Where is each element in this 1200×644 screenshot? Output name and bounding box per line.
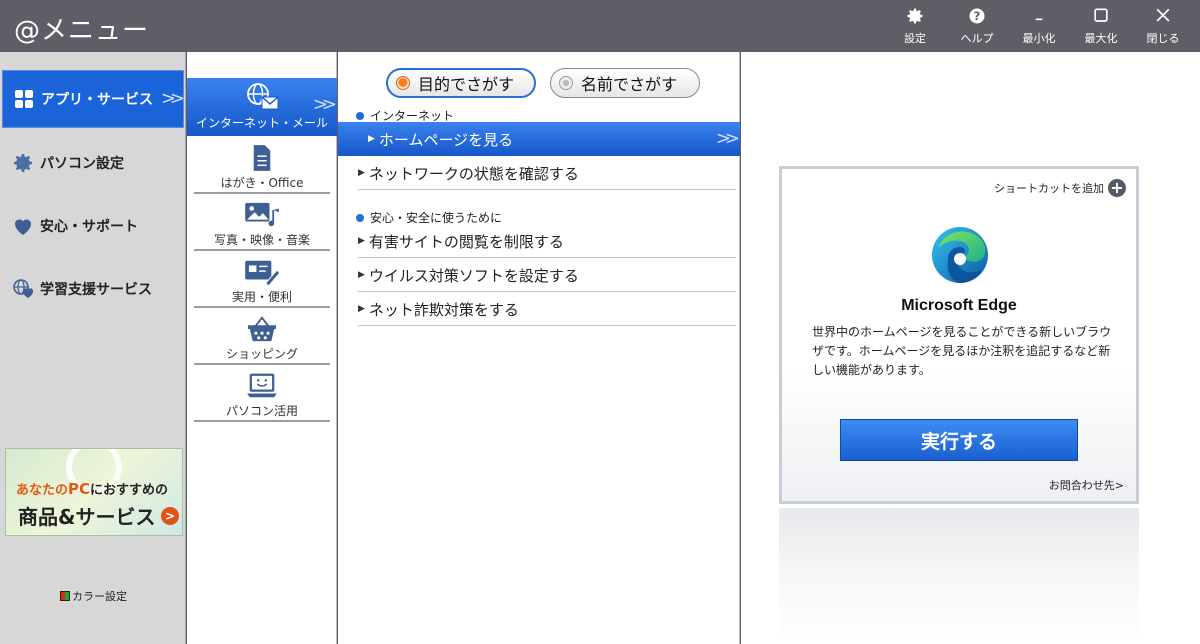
sidebar-item-label: 学習支援サービス: [40, 282, 152, 298]
bullet-icon: [356, 213, 364, 222]
help-button[interactable]: ? ヘルプ: [950, 6, 1004, 48]
contact-link[interactable]: お問合わせ先>: [1049, 477, 1124, 493]
basket-icon: [187, 309, 337, 343]
task-check-network[interactable]: ▶ ネットワークの状態を確認する: [358, 156, 736, 190]
add-shortcut-button[interactable]: ショートカットを追加 +: [994, 179, 1126, 197]
task-antivirus[interactable]: ▶ ウイルス対策ソフトを設定する: [358, 258, 736, 292]
sidebar-item-pc-settings[interactable]: パソコン設定: [2, 134, 184, 192]
category-label: パソコン活用: [225, 404, 298, 418]
toggle-label: 名前でさがす: [581, 75, 678, 94]
radio-selected-icon: [396, 76, 410, 90]
maximize-icon: [1074, 6, 1128, 28]
sidebar-item-support[interactable]: 安心・サポート: [2, 197, 184, 255]
search-by-purpose-toggle[interactable]: 目的でさがす: [386, 68, 536, 98]
gear-icon: [888, 6, 942, 28]
triangle-right-icon: ▶: [358, 304, 365, 314]
photo-music-icon: [187, 195, 337, 229]
toggle-label: 目的でさがす: [418, 75, 515, 94]
sidebar-item-apps-services[interactable]: アプリ・サービス >>: [2, 70, 185, 128]
triangle-right-icon: ▶: [368, 134, 375, 144]
detail-pane: ショートカットを追加 + Microsoft Edge 世界中のホームページを見…: [741, 52, 1200, 644]
category-pc-usage[interactable]: パソコン活用: [187, 366, 337, 423]
maximize-label: 最大化: [1084, 32, 1118, 45]
svg-text:?: ?: [974, 9, 981, 23]
radio-unselected-icon: [559, 76, 573, 90]
triangle-right-icon: ▶: [358, 236, 365, 246]
card-pen-icon: [187, 252, 337, 286]
help-label: ヘルプ: [960, 32, 994, 45]
category-postcard-office[interactable]: はがき・Office: [187, 138, 337, 195]
category-label: 写真・映像・音楽: [213, 233, 310, 247]
category-label: インターネット・メール: [195, 116, 328, 130]
chevron-right-icon: >>: [160, 88, 185, 109]
globe-heart-icon: [10, 276, 36, 302]
settings-label: 設定: [904, 32, 926, 45]
maximize-button[interactable]: 最大化: [1074, 6, 1128, 48]
color-setting-label: カラー設定: [72, 590, 127, 603]
app-title: @メニュー: [14, 16, 150, 46]
task-label: ホームページを見る: [378, 130, 514, 149]
document-icon: [187, 138, 337, 172]
category-label: 実用・便利: [231, 290, 292, 304]
bullet-icon: [356, 111, 364, 120]
task-label: 有害サイトの閲覧を制限する: [368, 232, 564, 251]
minimize-button[interactable]: 最小化: [1012, 6, 1066, 48]
plus-icon: +: [1108, 179, 1126, 197]
banner-line2: 商品&サービス: [18, 505, 156, 529]
edge-logo-icon: [932, 227, 988, 283]
task-label: ウイルス対策ソフトを設定する: [368, 266, 579, 285]
task-label: ネットワークの状態を確認する: [368, 164, 579, 183]
banner-line1: あなたのPCにおすすめの: [16, 480, 169, 498]
chevron-right-icon: >>: [312, 94, 337, 115]
app-name: Microsoft Edge: [901, 297, 1017, 314]
category-practical[interactable]: 実用・便利: [187, 252, 337, 309]
help-icon: ?: [950, 6, 1004, 28]
gear-icon: [10, 150, 36, 176]
color-swatch-icon: [60, 591, 70, 601]
category-label: ショッピング: [225, 347, 298, 361]
heart-icon: [10, 213, 36, 239]
chevron-right-icon: >>: [715, 128, 740, 149]
category-label: はがき・Office: [220, 176, 304, 190]
task-label: ネット詐欺対策をする: [368, 300, 519, 319]
category-internet-mail[interactable]: インターネット・メール >>: [187, 78, 337, 136]
recommendation-banner[interactable]: あなたのPCにおすすめの 商品&サービス >: [5, 448, 183, 536]
title-bar: @メニュー 設定 ? ヘルプ 最小化 最大化 閉じる: [0, 0, 1200, 52]
close-icon: [1136, 6, 1190, 28]
main-sidebar: アプリ・サービス >> パソコン設定 安心・サポート 学習支援サービス あなたの…: [0, 52, 186, 644]
category-shopping[interactable]: ショッピング: [187, 309, 337, 366]
task-restrict-sites[interactable]: ▶ 有害サイトの閲覧を制限する: [358, 224, 736, 258]
sidebar-item-learning[interactable]: 学習支援サービス: [2, 260, 184, 318]
search-by-name-toggle[interactable]: 名前でさがす: [550, 68, 700, 98]
chevron-right-icon: >: [161, 507, 179, 525]
sidebar-item-label: アプリ・サービス: [41, 92, 153, 108]
task-fraud-protection[interactable]: ▶ ネット詐欺対策をする: [358, 292, 736, 326]
card-reflection: [779, 508, 1139, 644]
triangle-right-icon: ▶: [358, 168, 365, 178]
task-view-homepage[interactable]: ▶ ホームページを見る >>: [338, 122, 740, 156]
add-shortcut-label: ショートカットを追加: [994, 182, 1104, 195]
close-button[interactable]: 閉じる: [1136, 6, 1190, 48]
sidebar-item-label: 安心・サポート: [40, 219, 138, 235]
minimize-label: 最小化: [1022, 32, 1056, 45]
laptop-smile-icon: [187, 366, 337, 400]
close-label: 閉じる: [1146, 32, 1180, 45]
task-list: 目的でさがす 名前でさがす インターネット ▶ ホームページを見る >> ▶ ネ…: [338, 52, 740, 644]
run-button[interactable]: 実行する: [840, 419, 1078, 461]
minimize-icon: [1012, 6, 1066, 28]
color-setting-link[interactable]: カラー設定: [60, 588, 127, 604]
category-list: インターネット・メール >> はがき・Office 写真・映像・音楽 実用・便利…: [187, 52, 337, 644]
apps-grid-icon: [11, 86, 37, 112]
settings-button[interactable]: 設定: [888, 6, 942, 48]
sidebar-item-label: パソコン設定: [40, 156, 124, 172]
triangle-right-icon: ▶: [358, 270, 365, 280]
app-description: 世界中のホームページを見ることができる新しいブラウザです。ホームページを見るほか…: [812, 325, 1112, 377]
category-photo-video-music[interactable]: 写真・映像・音楽: [187, 195, 337, 252]
app-card: ショートカットを追加 + Microsoft Edge 世界中のホームページを見…: [779, 166, 1139, 504]
